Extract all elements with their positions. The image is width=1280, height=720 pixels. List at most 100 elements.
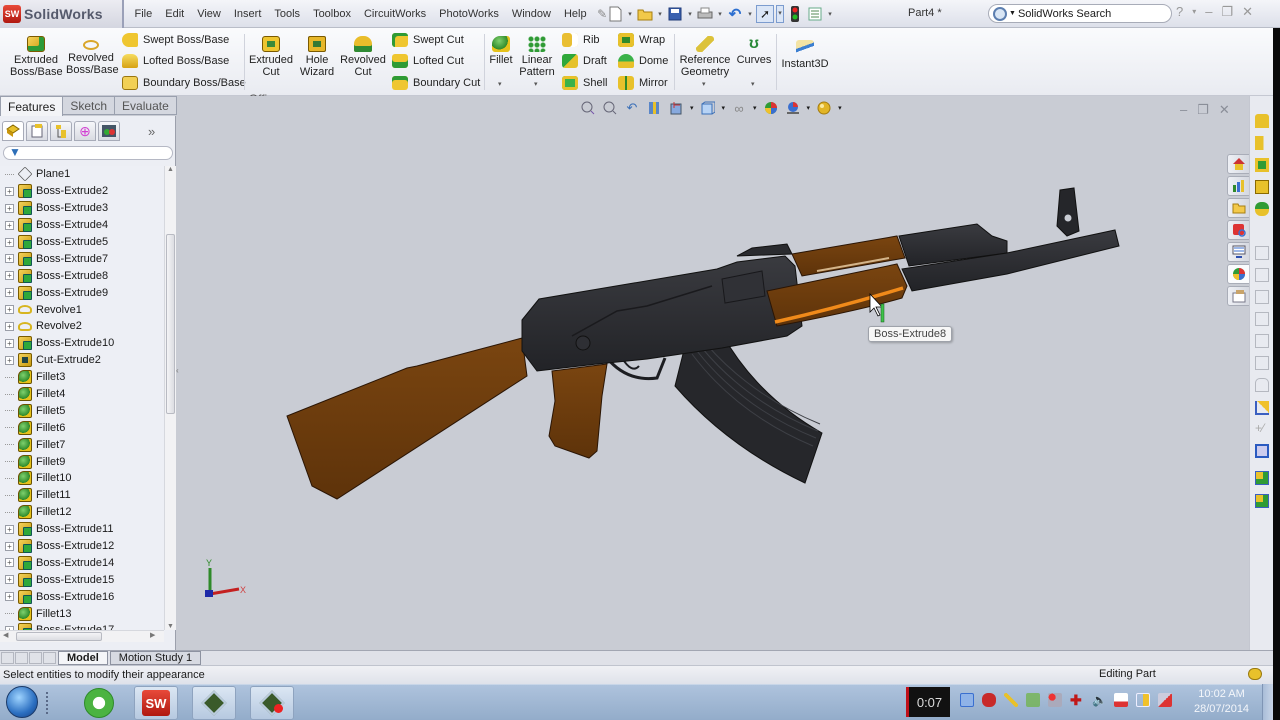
- graphics-area[interactable]: Y X: [177, 96, 1249, 650]
- tree-hscroll-thumb[interactable]: [16, 632, 102, 641]
- first-tab-button[interactable]: [1, 652, 14, 664]
- menu-circuitworks[interactable]: CircuitWorks: [357, 8, 432, 20]
- tree-node[interactable]: + Boss-Extrude16: [0, 588, 164, 605]
- view-settings-icon[interactable]: [816, 100, 832, 116]
- tree-node[interactable]: + Boss-Extrude7: [0, 250, 164, 267]
- view-palette-icon[interactable]: [1227, 220, 1249, 240]
- view-settings-dropdown[interactable]: ▾: [838, 104, 842, 112]
- expand-toggle-icon[interactable]: +: [5, 220, 14, 230]
- tray-volume-icon[interactable]: 🔈: [1092, 693, 1107, 707]
- previous-view-icon[interactable]: ↶: [624, 100, 640, 116]
- ak47-model[interactable]: Y X: [177, 96, 1249, 650]
- undo-dropdown[interactable]: ▾: [746, 10, 754, 18]
- tree-node[interactable]: + Boss-Extrude8: [0, 267, 164, 284]
- close-icon[interactable]: ✕: [1242, 4, 1253, 20]
- quick-tips-icon[interactable]: [1248, 668, 1262, 680]
- appearances-scenes-icon[interactable]: [1227, 264, 1249, 284]
- section-view-icon[interactable]: [646, 100, 662, 116]
- solidworks-logo[interactable]: SW SolidWorks: [0, 0, 124, 28]
- tray-network-icon[interactable]: [1158, 693, 1172, 707]
- tree-node[interactable]: Fillet9: [0, 453, 164, 470]
- expand-toggle-icon[interactable]: +: [5, 575, 14, 585]
- view-cube-front-icon[interactable]: [1255, 246, 1269, 260]
- rebuild-traffic-light-icon[interactable]: [786, 5, 804, 23]
- system-clock[interactable]: 10:02 AM 28/07/2014: [1194, 687, 1249, 717]
- curves-button[interactable]: ʊ Curves: [736, 36, 772, 67]
- tab-model[interactable]: Model: [58, 651, 108, 665]
- tree-node[interactable]: + Boss-Extrude15: [0, 571, 164, 588]
- view-cube-right-icon[interactable]: [1255, 312, 1269, 326]
- menu-window[interactable]: Window: [505, 8, 557, 20]
- expand-toggle-icon[interactable]: +: [5, 203, 14, 213]
- solidworks-app-icon[interactable]: SW: [134, 686, 178, 720]
- select-arrow-icon[interactable]: ➚: [756, 5, 774, 23]
- 360-browser-icon[interactable]: [84, 688, 114, 718]
- boundary-cut-button[interactable]: Boundary Cut: [392, 76, 480, 90]
- edrawings-record-icon[interactable]: [250, 686, 294, 720]
- tree-node[interactable]: Fillet13: [0, 605, 164, 622]
- custom-properties-icon[interactable]: [1227, 242, 1249, 262]
- menu-photoworks[interactable]: PhotoWorks: [433, 8, 506, 20]
- tree-scroll-thumb[interactable]: [166, 234, 175, 414]
- menu-toolbox[interactable]: Toolbox: [307, 8, 358, 20]
- next-tab-button[interactable]: [29, 652, 42, 664]
- menu-tools[interactable]: Tools: [268, 8, 307, 20]
- tray-network-error-icon[interactable]: [1048, 693, 1062, 707]
- menu-insert[interactable]: Insert: [227, 8, 268, 20]
- rib-button[interactable]: Rib: [562, 33, 600, 47]
- smart-dimension-icon[interactable]: +⁄: [1255, 422, 1269, 436]
- tray-battery-icon[interactable]: [1136, 693, 1150, 707]
- viewport-restore-icon[interactable]: ❐: [1197, 102, 1209, 118]
- tab-features[interactable]: Features: [0, 96, 64, 116]
- display-style-dropdown[interactable]: ▾: [722, 104, 726, 112]
- shell-feature-icon[interactable]: [1255, 158, 1269, 172]
- print-dropdown[interactable]: ▾: [716, 10, 724, 18]
- print-icon[interactable]: [696, 5, 714, 23]
- menu-file[interactable]: File: [128, 8, 159, 20]
- open-dropdown[interactable]: ▾: [656, 10, 664, 18]
- feature-tree-filter-input[interactable]: ▼: [3, 145, 173, 160]
- tree-node[interactable]: + Boss-Extrude11: [0, 521, 164, 538]
- tree-node[interactable]: + Boss-Extrude4: [0, 217, 164, 234]
- expand-toggle-icon[interactable]: +: [5, 254, 14, 264]
- property-manager-icon[interactable]: [26, 121, 48, 141]
- save-dropdown[interactable]: ▾: [686, 10, 694, 18]
- expand-toggle-icon[interactable]: +: [5, 558, 14, 568]
- help-icon[interactable]: ?: [1176, 4, 1183, 20]
- curves-dropdown[interactable]: ▾: [751, 80, 755, 88]
- expand-toggle-icon[interactable]: +: [5, 305, 14, 315]
- lofted-boss-button[interactable]: Lofted Boss/Base: [122, 54, 229, 68]
- tab-evaluate[interactable]: Evaluate: [115, 96, 177, 115]
- hide-show-items-icon[interactable]: ∞: [731, 100, 747, 116]
- expand-toggle-icon[interactable]: +: [5, 355, 14, 365]
- expand-toggle-icon[interactable]: +: [5, 541, 14, 551]
- reference-geometry-dropdown[interactable]: ▾: [702, 80, 706, 88]
- expand-toggle-icon[interactable]: +: [5, 271, 14, 281]
- design-library-icon[interactable]: [1227, 176, 1249, 196]
- tree-node[interactable]: + Boss-Extrude2: [0, 183, 164, 200]
- view-cube-top-icon[interactable]: [1255, 334, 1269, 348]
- insert-component-icon[interactable]: [1255, 494, 1269, 508]
- expand-toggle-icon[interactable]: +: [5, 338, 14, 348]
- pattern-feature-icon[interactable]: [1255, 180, 1269, 194]
- tree-node[interactable]: Fillet5: [0, 402, 164, 419]
- solidworks-search-input[interactable]: ▼ SolidWorks Search: [988, 4, 1172, 23]
- viewport-minimize-icon[interactable]: –: [1180, 102, 1187, 118]
- extruded-boss-button[interactable]: Extruded Boss/Base: [10, 36, 63, 78]
- tree-node[interactable]: + Boss-Extrude5: [0, 234, 164, 251]
- edit-appearance-icon[interactable]: [763, 100, 779, 116]
- options-list-icon[interactable]: [806, 5, 824, 23]
- tray-nvidia-icon[interactable]: [1026, 693, 1040, 707]
- prev-tab-button[interactable]: [15, 652, 28, 664]
- file-explorer-icon[interactable]: [1227, 198, 1249, 218]
- show-desktop-button[interactable]: [1262, 684, 1273, 720]
- shell-button[interactable]: Shell: [562, 76, 607, 90]
- display-manager-icon[interactable]: [98, 121, 120, 141]
- swept-boss-button[interactable]: Swept Boss/Base: [122, 33, 229, 47]
- select-dropdown[interactable]: ▾: [776, 5, 784, 23]
- expand-toggle-icon[interactable]: +: [5, 524, 14, 534]
- swept-cut-button[interactable]: Swept Cut: [392, 33, 464, 47]
- fillet-button[interactable]: Fillet: [488, 36, 514, 66]
- tree-node[interactable]: + Cut-Extrude2: [0, 352, 164, 369]
- scroll-down-arrow[interactable]: ▼: [167, 623, 174, 630]
